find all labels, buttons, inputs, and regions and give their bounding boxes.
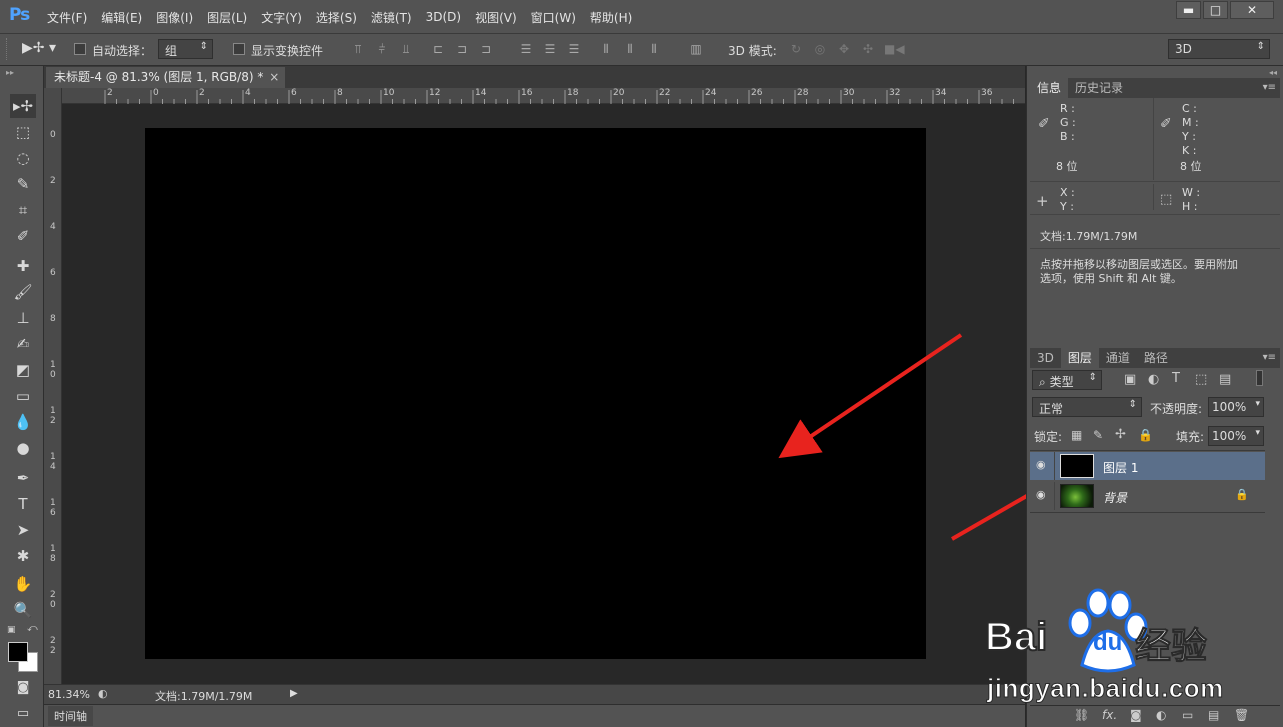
eye-icon[interactable]: ◉	[1036, 458, 1046, 471]
annotation-arrow-canvas	[778, 333, 963, 459]
coord-x: X :	[1060, 186, 1075, 199]
layer-row-layer1[interactable]: ◉ 图层 1	[1030, 452, 1265, 480]
layer-name[interactable]: 背景	[1103, 489, 1127, 506]
bits-left: 8 位	[1056, 160, 1078, 173]
divider	[1054, 452, 1055, 480]
cmyk-readout: C : M : Y : K :	[1182, 102, 1199, 158]
chevron-down-icon: ▾	[1255, 428, 1260, 438]
panel-menu-icon[interactable]: ▾≡	[1263, 78, 1280, 98]
size-h: H :	[1182, 200, 1198, 213]
divider	[1054, 482, 1055, 510]
cmyk-m: M :	[1182, 116, 1199, 129]
fill-value: 100%	[1212, 429, 1247, 443]
blend-mode-dropdown[interactable]: 正常 ⇕	[1032, 397, 1142, 417]
lock-pixels-icon[interactable]: ✎	[1093, 428, 1103, 442]
info-panel: ✐ R : G : B : 8 位 ✐ C : M : Y : K : 8 位 …	[1030, 98, 1280, 343]
tab-history[interactable]: 历史记录	[1068, 78, 1130, 98]
eye-icon[interactable]: ◉	[1036, 488, 1046, 501]
cmyk-c: C :	[1182, 102, 1197, 115]
watermark-brand-bai: Bai	[984, 614, 1048, 660]
filter-shape-icon[interactable]: ⬚	[1195, 372, 1207, 387]
timeline-panel: 时间轴	[44, 704, 1025, 727]
filter-type-icon[interactable]: T	[1172, 371, 1180, 386]
eyedropper-icon[interactable]: ✐	[1038, 116, 1050, 132]
watermark-brand-du: du	[1093, 629, 1123, 656]
opacity-value: 100%	[1212, 400, 1247, 414]
updown-icon: ⇕	[1128, 399, 1137, 410]
lock-transparency-icon[interactable]: ▦	[1071, 428, 1082, 442]
selection-size-icon: ⬚	[1160, 192, 1173, 207]
blend-mode-value: 正常	[1039, 402, 1064, 416]
divider	[1030, 450, 1265, 451]
coord-y: Y :	[1060, 200, 1074, 213]
filter-adjustment-icon[interactable]: ◐	[1148, 372, 1159, 387]
rgb-b: B :	[1060, 130, 1075, 143]
divider	[1030, 248, 1280, 249]
rgb-r: R :	[1060, 102, 1075, 115]
chevron-down-icon: ▾	[1255, 399, 1260, 409]
doc-size: 文档:1.79M/1.79M	[155, 690, 253, 703]
status-info-icon[interactable]: ◐	[98, 687, 108, 700]
fill-label: 填充:	[1176, 430, 1205, 444]
filter-pixel-icon[interactable]: ▣	[1124, 372, 1136, 387]
layer-thumbnail	[1060, 454, 1094, 478]
crosshair-icon: +	[1036, 192, 1049, 210]
status-menu-arrow-icon[interactable]: ▶	[290, 688, 298, 699]
bits-right: 8 位	[1180, 160, 1202, 173]
layer-filter-value: 类型	[1049, 375, 1074, 389]
lock-icon: 🔒	[1235, 488, 1249, 501]
filter-toggle[interactable]	[1256, 370, 1263, 386]
layers-panel-tabs: 3D 图层 通道 路径 ▾≡	[1030, 348, 1280, 368]
status-bar: 81.34% ◐ 文档:1.79M/1.79M ▶	[44, 684, 1025, 704]
info-panel-tabs: 信息 历史记录 ▾≡	[1030, 78, 1280, 98]
xy-readout: X : Y :	[1060, 186, 1075, 214]
opacity-label: 不透明度:	[1150, 402, 1203, 416]
fill-input[interactable]: 100% ▾	[1208, 426, 1264, 446]
layer-thumbnail	[1060, 484, 1094, 508]
lock-all-icon[interactable]: 🔒	[1138, 428, 1153, 442]
lock-label: 锁定:	[1034, 430, 1063, 444]
tool-hint-line-1: 点按并拖移以移动图层或选区。要用附加	[1040, 258, 1238, 271]
tab-channels[interactable]: 通道	[1099, 348, 1137, 368]
size-w: W :	[1182, 186, 1201, 199]
tab-paths[interactable]: 路径	[1137, 348, 1175, 368]
watermark-brand-cn: 经验	[1134, 626, 1208, 668]
search-icon: ⌕	[1039, 375, 1046, 389]
lock-position-icon[interactable]: ✢	[1115, 427, 1126, 442]
tab-info[interactable]: 信息	[1030, 78, 1069, 98]
collapse-icon[interactable]: ◂◂	[1269, 68, 1277, 77]
rgb-g: G :	[1060, 116, 1076, 129]
layer-filter-dropdown[interactable]: ⌕ 类型 ⇕	[1032, 370, 1102, 390]
tab-layers[interactable]: 图层	[1060, 348, 1099, 368]
divider	[1030, 214, 1280, 215]
cmyk-y: Y :	[1182, 130, 1196, 143]
tab-3d[interactable]: 3D	[1030, 348, 1061, 368]
layer-row-background[interactable]: ◉ 背景 🔒	[1030, 482, 1265, 510]
eyedropper-icon[interactable]: ✐	[1160, 116, 1172, 132]
filter-smartobject-icon[interactable]: ▤	[1219, 372, 1231, 387]
tool-hint: 点按并拖移以移动图层或选区。要用附加 选项，使用 Shift 和 Alt 键。	[1040, 258, 1238, 286]
watermark-url: jingyan.baidu.com	[987, 673, 1224, 704]
divider	[1030, 181, 1280, 182]
tool-hint-line-2: 选项，使用 Shift 和 Alt 键。	[1040, 272, 1182, 285]
wh-readout: W : H :	[1182, 186, 1200, 214]
divider	[1153, 184, 1154, 210]
updown-icon: ⇕	[1088, 372, 1097, 383]
baidu-watermark: Bai du 经验 jingyan.baidu.com	[984, 585, 1275, 725]
opacity-input[interactable]: 100% ▾	[1208, 397, 1264, 417]
timeline-tab[interactable]: 时间轴	[48, 706, 93, 726]
panel-menu-icon[interactable]: ▾≡	[1263, 348, 1280, 368]
zoom-level[interactable]: 81.34%	[48, 688, 90, 701]
rgb-readout: R : G : B :	[1060, 102, 1076, 144]
cmyk-k: K :	[1182, 144, 1197, 157]
layer-name[interactable]: 图层 1	[1103, 459, 1138, 476]
divider	[1153, 98, 1154, 180]
divider	[1030, 512, 1265, 513]
info-doc-size: 文档:1.79M/1.79M	[1040, 230, 1138, 243]
